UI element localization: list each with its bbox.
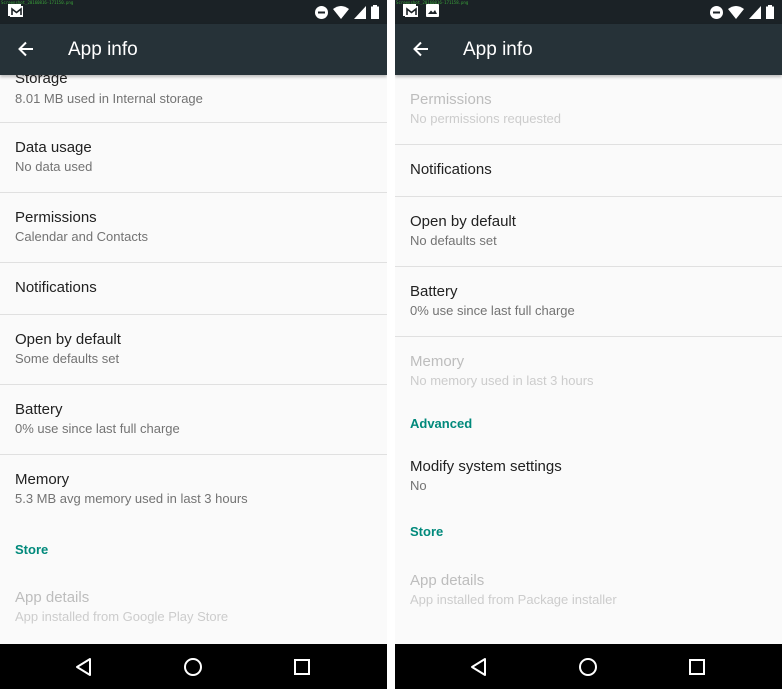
item-subtitle: No defaults set — [410, 233, 497, 248]
nav-back-icon[interactable] — [73, 656, 95, 678]
item-subtitle: No — [410, 478, 427, 493]
wifi-icon — [333, 5, 349, 24]
navigation-bar — [395, 644, 782, 689]
do-not-disturb-icon — [710, 5, 723, 24]
list-item-modify-system-settings[interactable]: Modify system settings No — [395, 455, 782, 525]
item-title: Permissions — [410, 91, 492, 108]
section-header-label: Advanced — [410, 416, 473, 431]
item-title: Storage — [15, 75, 68, 87]
item-title: Modify system settings — [410, 458, 562, 475]
section-header-advanced: Advanced — [395, 407, 782, 455]
list-item-battery[interactable]: Battery 0% use since last full charge — [0, 385, 387, 455]
navigation-bar — [0, 644, 387, 689]
wifi-icon — [728, 5, 744, 24]
list-item-permissions: Permissions No permissions requested — [395, 75, 782, 145]
item-title: Open by default — [410, 213, 516, 230]
item-title: Memory — [15, 471, 70, 488]
battery-icon — [766, 5, 774, 24]
page-title: App info — [68, 39, 138, 60]
item-subtitle: No data used — [15, 159, 93, 174]
item-subtitle: No permissions requested — [410, 111, 562, 126]
app-bar: App info — [0, 24, 387, 75]
item-subtitle: App installed from Google Play Store — [15, 609, 229, 624]
signal-icon — [354, 5, 366, 24]
nav-recents-icon[interactable] — [291, 656, 313, 678]
item-title: Notifications — [410, 161, 492, 178]
arrow-back-icon[interactable] — [16, 39, 36, 59]
image-icon — [426, 4, 439, 23]
item-title: Notifications — [15, 279, 97, 296]
section-header-label: Store — [15, 542, 49, 557]
list-item-app-details: App details App installed from Package i… — [395, 572, 782, 643]
item-subtitle: Some defaults set — [15, 351, 120, 366]
list-item-battery[interactable]: Battery 0% use since last full charge — [395, 267, 782, 337]
item-subtitle: Calendar and Contacts — [15, 229, 148, 244]
item-title: Battery — [410, 283, 458, 300]
section-header-store: Store — [0, 525, 387, 573]
item-title: App details — [15, 589, 90, 606]
list-item-open-by-default[interactable]: Open by default Some defaults set — [0, 315, 387, 385]
list-item-notifications[interactable]: Notifications — [0, 263, 387, 315]
nav-recents-icon[interactable] — [686, 656, 708, 678]
nav-back-icon[interactable] — [468, 656, 490, 678]
item-subtitle: 0% use since last full charge — [410, 303, 575, 318]
battery-icon — [371, 5, 379, 24]
list-item-data-usage[interactable]: Data usage No data used — [0, 123, 387, 193]
arrow-back-icon[interactable] — [411, 39, 431, 59]
nav-home-icon[interactable] — [182, 656, 204, 678]
screen-right: Screenshot_20160816-171158.png App info … — [395, 0, 782, 689]
item-subtitle: 5.3 MB avg memory used in last 3 hours — [15, 491, 248, 506]
nav-home-icon[interactable] — [577, 656, 599, 678]
item-subtitle: No memory used in last 3 hours — [410, 373, 594, 388]
list-item-memory[interactable]: Memory 5.3 MB avg memory used in last 3 … — [0, 455, 387, 525]
signal-icon — [749, 5, 761, 24]
list-item-notifications[interactable]: Notifications — [395, 145, 782, 197]
status-bar: Screenshot_20160816-171150.png — [0, 0, 387, 24]
screen-left: Screenshot_20160816-171150.png App info … — [0, 0, 387, 689]
settings-list: Storage 8.01 MB used in Internal storage… — [0, 75, 387, 644]
list-item-storage[interactable]: Storage 8.01 MB used in Internal storage — [0, 75, 387, 123]
list-item-memory: Memory No memory used in last 3 hours — [395, 337, 782, 407]
item-title: Data usage — [15, 139, 92, 156]
item-title: Battery — [15, 401, 63, 418]
list-item-permissions[interactable]: Permissions Calendar and Contacts — [0, 193, 387, 263]
item-title: Open by default — [15, 331, 121, 348]
settings-list: Permissions No permissions requested Not… — [395, 75, 782, 644]
item-subtitle: 8.01 MB used in Internal storage — [15, 91, 203, 106]
item-subtitle: 0% use since last full charge — [15, 421, 180, 436]
gmail-icon — [403, 4, 419, 23]
item-title: App details — [410, 572, 485, 589]
status-bar: Screenshot_20160816-171158.png — [395, 0, 782, 24]
list-item-app-details: App details App installed from Google Pl… — [0, 573, 387, 643]
gmail-icon — [8, 4, 24, 23]
page-title: App info — [463, 39, 533, 60]
section-header-label: Store — [410, 524, 444, 539]
app-bar: App info — [395, 24, 782, 75]
do-not-disturb-icon — [315, 5, 328, 24]
item-subtitle: App installed from Package installer — [410, 592, 617, 607]
item-title: Memory — [410, 353, 465, 370]
item-title: Permissions — [15, 209, 97, 226]
section-header-store: Store — [395, 524, 782, 573]
list-item-open-by-default[interactable]: Open by default No defaults set — [395, 197, 782, 267]
